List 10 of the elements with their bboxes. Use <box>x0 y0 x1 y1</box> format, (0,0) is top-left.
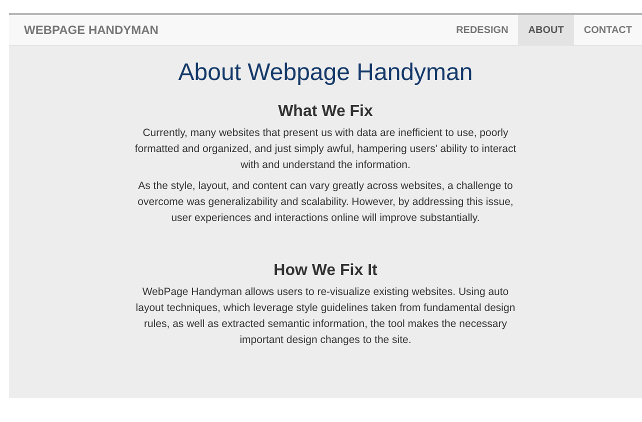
brand-logo-text[interactable]: WEBPAGE HANDYMAN <box>24 21 158 39</box>
page-title: About Webpage Handyman <box>178 58 473 88</box>
nav-link[interactable]: ABOUT <box>518 15 574 45</box>
paragraph: As the style, layout, and content can vary greatly across websites, a challenge to overcome was generalizability and scalability. However, by addressing this issue, user experiences and interactions online will improve substantially. <box>136 179 514 226</box>
paragraph: WebPage Handyman allows users to re-visualize existing websites. Using auto layout techniques, which leverage style guidelines taken from fundamental design rules, as well as extracted semantic information, the tool makes the necessary important design changes to the site. <box>134 285 516 348</box>
nav-link[interactable]: REDESIGN <box>446 15 518 45</box>
paragraph: Currently, many websites that present us with data are inefficient to use, poorly formatted and organized, and just simply awful, hampering users' ability to interact with and understand the information. <box>134 126 518 173</box>
section-heading: What We Fix <box>278 102 373 122</box>
section-heading: How We Fix It <box>274 261 378 281</box>
nav-link[interactable]: CONTACT <box>574 15 642 45</box>
